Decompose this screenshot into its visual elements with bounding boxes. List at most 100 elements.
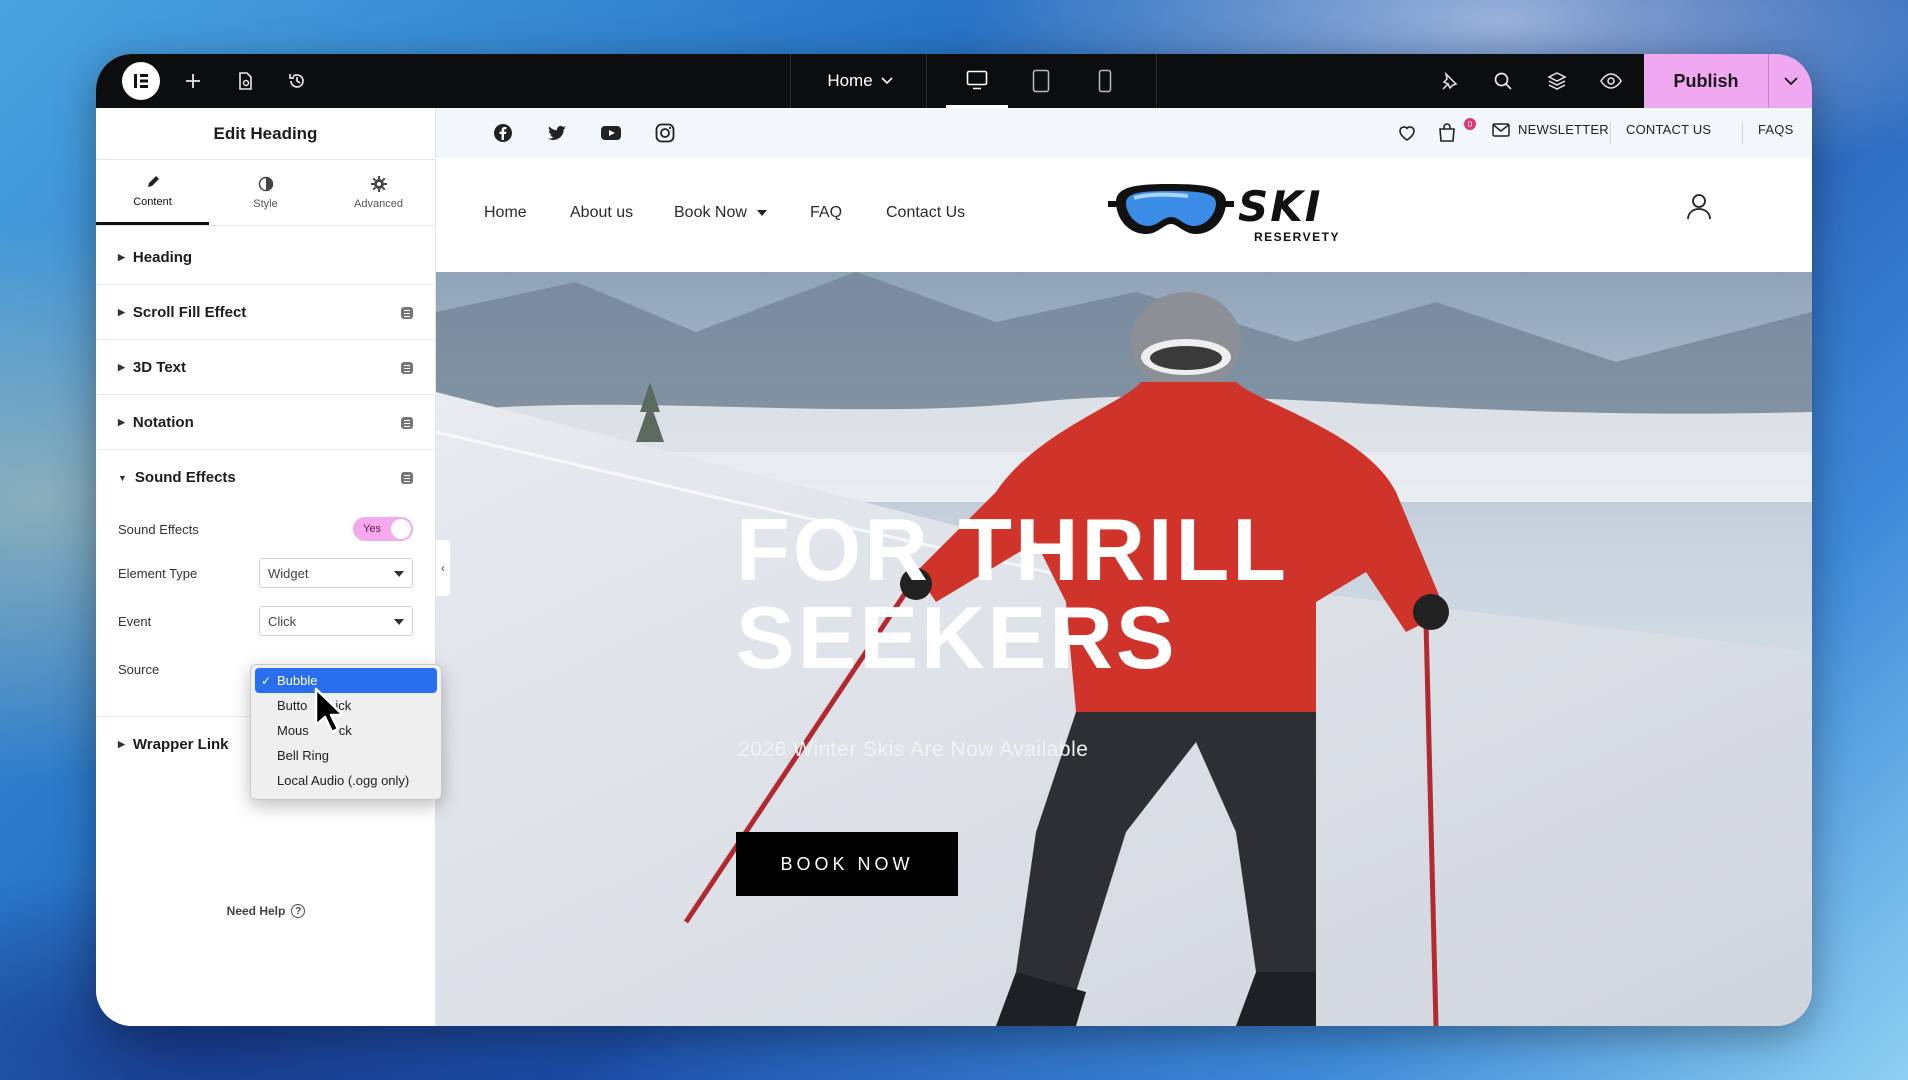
newsletter-link[interactable]: NEWSLETTER <box>1492 122 1609 137</box>
preview-eye-icon[interactable] <box>1598 68 1624 94</box>
section-heading-label: Heading <box>132 248 193 266</box>
caret-right-icon: ▶ <box>118 739 125 749</box>
user-account-icon[interactable] <box>1686 192 1712 220</box>
logo-subtext: RESERVETY <box>1254 230 1340 244</box>
add-element-icon[interactable] <box>180 68 206 94</box>
section-notation[interactable]: ▶ Notation <box>96 395 435 450</box>
addon-badge-icon <box>401 472 413 484</box>
dropdown-option-local-audio[interactable]: Local Audio (.ogg only) <box>255 768 437 793</box>
caret-down-icon: ▼ <box>118 472 127 483</box>
option-label: Butto <box>277 698 308 713</box>
pencil-icon <box>147 176 159 187</box>
contrast-icon <box>258 176 273 191</box>
event-label: Event <box>118 613 152 629</box>
hero-heading-line1: FOR THRILL <box>736 500 1290 599</box>
book-now-button[interactable]: BOOK NOW <box>736 832 958 896</box>
addon-badge-icon <box>401 307 413 319</box>
hero-heading[interactable]: FOR THRILL SEEKERS <box>736 506 1436 682</box>
option-label: Bubble <box>277 673 318 688</box>
topbar-divider <box>790 54 791 108</box>
logo-wordmark: SKI <box>1238 182 1323 231</box>
editor-panel: Edit Heading Content Style Advanced ▶ He… <box>96 108 436 1026</box>
caret-right-icon: ▶ <box>118 251 125 262</box>
publish-button[interactable]: Publish <box>1644 54 1768 108</box>
section-scroll-fill-label: Scroll Fill Effect <box>132 303 247 321</box>
topbar-divider <box>1156 54 1157 108</box>
layers-icon[interactable] <box>1544 68 1570 94</box>
faqs-link[interactable]: FAQS <box>1758 122 1793 137</box>
youtube-icon[interactable] <box>600 122 622 144</box>
event-select[interactable]: Click <box>259 606 413 636</box>
nav-book-now[interactable]: Book Now <box>674 204 767 222</box>
addon-badge-icon <box>401 417 413 429</box>
page-selector[interactable]: Home <box>810 54 910 108</box>
utility-divider <box>1610 122 1611 144</box>
tablet-view-icon[interactable] <box>1010 54 1072 108</box>
event-value: Click <box>268 613 297 629</box>
sound-effects-toggle-label: Sound Effects <box>118 521 199 537</box>
toggle-value: Yes <box>363 523 381 535</box>
need-help-label: Need Help <box>226 904 286 918</box>
faqs-label: FAQS <box>1758 122 1794 137</box>
wishlist-heart-icon[interactable] <box>1396 122 1418 144</box>
twitter-icon[interactable] <box>546 122 568 144</box>
sound-effects-row: Sound Effects Yes <box>118 513 413 545</box>
need-help-link[interactable]: Need Help ? <box>96 904 436 918</box>
contact-us-label: CONTACT US <box>1626 122 1712 137</box>
contact-us-link[interactable]: CONTACT US <box>1626 122 1711 137</box>
caret-right-icon: ▶ <box>118 361 125 372</box>
panel-tabs: Content Style Advanced <box>96 160 435 226</box>
checkmark-icon: ✓ <box>261 673 272 688</box>
elementor-logo-icon[interactable] <box>122 62 160 100</box>
page-selector-label: Home <box>827 71 873 90</box>
page-settings-icon[interactable] <box>232 68 258 94</box>
toggle-knob <box>391 519 411 539</box>
caret-right-icon: ▶ <box>118 306 125 317</box>
nav-about-us[interactable]: About us <box>570 204 633 222</box>
instagram-icon[interactable] <box>654 122 676 144</box>
tab-style[interactable]: Style <box>209 160 322 225</box>
select-caret-icon <box>394 571 404 577</box>
history-icon[interactable] <box>284 68 310 94</box>
nav-book-now-label: Book Now <box>674 204 747 221</box>
dropdown-option-bell-ring[interactable]: Bell Ring <box>255 743 437 768</box>
collapse-panel-chevron-icon[interactable]: ‹ <box>436 540 450 596</box>
facebook-icon[interactable] <box>492 122 514 144</box>
addon-badge-icon <box>401 362 413 374</box>
panel-title: Edit Heading <box>96 108 435 160</box>
section-sound-effects[interactable]: ▼ Sound Effects <box>96 450 435 505</box>
element-type-select[interactable]: Widget <box>259 558 413 588</box>
mobile-view-icon[interactable] <box>1074 54 1136 108</box>
ski-goggles-logo-icon[interactable] <box>1108 178 1238 248</box>
hero-subtitle: 2026 Winter Skis Are Now Available <box>738 738 1089 761</box>
section-wrapper-link-label: Wrapper Link <box>132 736 229 753</box>
section-heading[interactable]: ▶ Heading <box>96 230 435 285</box>
utility-divider <box>1742 122 1743 144</box>
section-3d-text[interactable]: ▶ 3D Text <box>96 340 435 395</box>
gear-icon <box>370 175 387 192</box>
element-type-value: Widget <box>268 565 309 581</box>
hero-section: FOR THRILL SEEKERS 2026 Winter Skis Are … <box>436 272 1812 1026</box>
nav-home[interactable]: Home <box>484 204 527 222</box>
tab-content[interactable]: Content <box>96 160 209 225</box>
editor-topbar: Home Publish <box>96 54 1812 108</box>
nav-contact-us[interactable]: Contact Us <box>886 204 965 222</box>
pin-icon[interactable] <box>1436 68 1462 94</box>
nav-faq[interactable]: FAQ <box>810 204 842 222</box>
element-type-label: Element Type <box>118 565 198 581</box>
help-icon: ? <box>291 904 306 918</box>
tab-style-label: Style <box>253 197 278 210</box>
editor-window: Home Publish Edit Heading Content Style … <box>96 54 1812 1026</box>
element-type-row: Element Type Widget <box>118 557 413 589</box>
site-main-nav: Home About us Book Now FAQ Contact Us SK… <box>436 158 1812 272</box>
publish-options-chevron-icon[interactable] <box>1768 54 1812 108</box>
tab-advanced[interactable]: Advanced <box>322 160 435 225</box>
site-preview: 0 NEWSLETTER CONTACT US FAQS Home About … <box>436 108 1812 1026</box>
sound-effects-toggle[interactable]: Yes <box>353 517 413 541</box>
section-notation-label: Notation <box>132 413 194 431</box>
cart-bag-icon[interactable] <box>1436 122 1458 144</box>
search-icon[interactable] <box>1490 68 1516 94</box>
section-scroll-fill-effect[interactable]: ▶ Scroll Fill Effect <box>96 285 435 340</box>
topbar-divider <box>926 54 927 108</box>
desktop-view-icon[interactable] <box>946 54 1008 108</box>
